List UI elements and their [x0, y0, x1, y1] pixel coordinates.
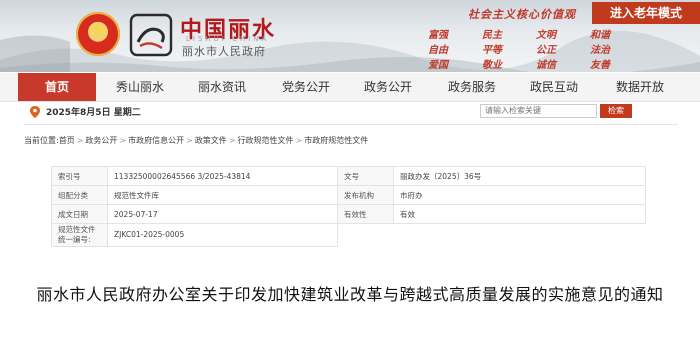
core-value: 友善 — [590, 60, 610, 71]
meta-empty — [394, 224, 646, 247]
meta-value: 有效 — [393, 204, 646, 224]
table-row: 索引号 11332500002645566 3/2025-43814 文号 丽政… — [51, 166, 646, 186]
core-value: 爱国 — [428, 60, 448, 71]
main-nav: 首页 秀山丽水 丽水资讯 党务公开 政务公开 政务服务 政民互动 数据开放 — [0, 73, 700, 102]
site-subtitle: 丽水市人民政府 — [182, 45, 266, 58]
nav-item-lishui-news[interactable]: 丽水资讯 — [186, 73, 258, 101]
breadcrumb: 当前位置:首页 > 政务公开 > 市政府信息公开 > 政策文件 > 行政规范性文件 > 市政府规范性… — [24, 136, 369, 145]
meta-value: 市府办 — [393, 185, 646, 205]
nav-item-government-affairs[interactable]: 政务公开 — [352, 73, 424, 101]
breadcrumb-home[interactable]: 首页 — [59, 136, 75, 145]
meta-label: 文号 — [337, 166, 394, 186]
search-input[interactable] — [480, 104, 597, 118]
meta-label: 发布机构 — [337, 185, 394, 205]
breadcrumb-city-normative-documents[interactable]: 市政府规范性文件 — [304, 136, 368, 145]
table-row: 规范性文件统一编号: ZJKC01-2025-0005 — [51, 223, 646, 247]
meta-label: 规范性文件统一编号: — [51, 223, 108, 247]
document-meta-table: 索引号 11332500002645566 3/2025-43814 文号 丽政… — [51, 166, 646, 247]
site-header: ★ 中国丽水 LISHUI CHINA 丽水市人民政府 社会主义核心价值观 进入… — [0, 0, 700, 72]
core-value: 平等 — [482, 45, 502, 56]
search-button[interactable]: 检索 — [600, 104, 632, 118]
core-value: 诚信 — [536, 60, 556, 71]
breadcrumb-policy-documents[interactable]: 政策文件 — [195, 136, 227, 145]
slogan-text: 社会主义核心价值观 — [468, 8, 576, 21]
core-value: 富强 — [428, 30, 448, 41]
nav-item-government-services[interactable]: 政务服务 — [436, 73, 508, 101]
breadcrumb-label: 当前位置: — [24, 136, 59, 145]
meta-value: ZJKC01-2025-0005 — [107, 223, 338, 247]
info-bar: 2025年8月5日 星期二 检索 — [24, 102, 634, 122]
meta-label: 有效性 — [337, 204, 394, 224]
nav-item-xiushan-lishui[interactable]: 秀山丽水 — [104, 73, 176, 101]
divider — [24, 124, 678, 125]
breadcrumb-government-affairs[interactable]: 政务公开 — [85, 136, 117, 145]
national-emblem-icon: ★ — [76, 12, 120, 56]
meta-value: 丽政办发〔2025〕36号 — [393, 166, 646, 186]
breadcrumb-info-disclosure[interactable]: 市政府信息公开 — [128, 136, 184, 145]
elder-mode-button[interactable]: 进入老年模式 — [592, 2, 700, 24]
core-value: 民主 — [482, 30, 502, 41]
current-date: 2025年8月5日 星期二 — [46, 108, 141, 118]
nav-item-home[interactable]: 首页 — [18, 73, 96, 101]
nav-item-party-affairs[interactable]: 党务公开 — [270, 73, 342, 101]
meta-value: 规范性文件库 — [107, 185, 338, 205]
core-value: 和谐 — [590, 30, 610, 41]
meta-label: 组配分类 — [51, 185, 108, 205]
table-row: 组配分类 规范性文件库 发布机构 市府办 — [51, 185, 646, 205]
lishui-logo-icon — [129, 13, 173, 57]
core-value: 法治 — [590, 45, 610, 56]
location-pin-icon — [30, 106, 40, 118]
nav-item-open-data[interactable]: 数据开放 — [604, 73, 676, 101]
core-values-grid: 富强 民主 文明 和谐 自由 平等 公正 法治 爱国 敬业 诚信 友善 — [428, 26, 628, 71]
meta-value: 2025-07-17 — [107, 204, 338, 224]
table-row: 成文日期 2025-07-17 有效性 有效 — [51, 204, 646, 224]
core-value: 自由 — [428, 45, 448, 56]
site-name-english: LISHUI CHINA — [186, 35, 270, 43]
core-value: 文明 — [536, 30, 556, 41]
meta-label: 成文日期 — [51, 204, 108, 224]
breadcrumb-normative-documents[interactable]: 行政规范性文件 — [238, 136, 294, 145]
meta-empty — [338, 224, 394, 247]
core-value: 公正 — [536, 45, 556, 56]
nav-item-interaction[interactable]: 政民互动 — [518, 73, 590, 101]
document-title: 丽水市人民政府办公室关于印发加快建筑业改革与跨越式高质量发展的实施意见的通知 — [36, 285, 664, 304]
meta-value: 11332500002645566 3/2025-43814 — [107, 166, 338, 186]
meta-label: 索引号 — [51, 166, 108, 186]
core-value: 敬业 — [482, 60, 502, 71]
